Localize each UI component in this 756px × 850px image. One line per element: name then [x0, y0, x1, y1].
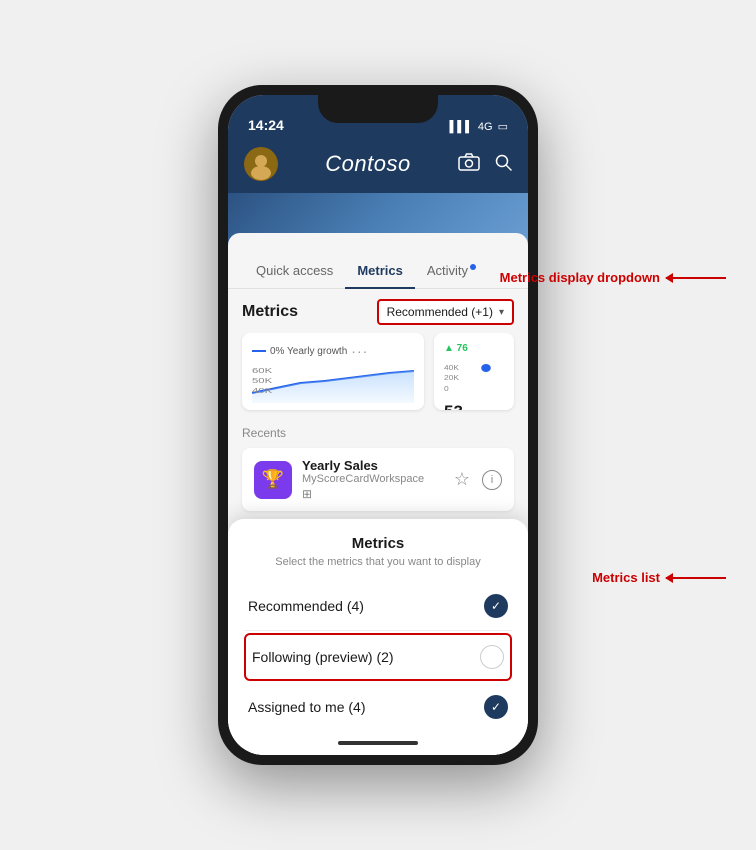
phone-screen: 14:24 ▌▌▌ 4G ▭ Contoso	[228, 95, 528, 755]
header-icons	[458, 153, 512, 176]
metrics-display-dropdown-annotation: Metrics display dropdown	[500, 270, 726, 285]
metrics-header: Metrics Recommended (+1) ▾	[228, 289, 528, 333]
annotation-label-list: Metrics list	[592, 570, 660, 585]
metric-cards-row: 0% Yearly growth ···	[228, 333, 528, 420]
network-type: 4G	[478, 121, 493, 133]
svg-text:20K: 20K	[444, 374, 460, 382]
camera-icon[interactable]	[458, 153, 480, 176]
recent-item-workspace: MyScoreCardWorkspace	[302, 473, 444, 485]
metrics-section-title: Metrics	[242, 303, 298, 321]
status-time: 14:24	[248, 117, 284, 133]
toys-arrow-up: ▲ 76	[444, 343, 504, 354]
tabs-bar: Quick access Metrics Activity	[228, 253, 528, 289]
battery-icon: ▭	[498, 120, 508, 133]
toys-chart: 40K 20K 0	[444, 358, 504, 398]
metrics-display-dropdown[interactable]: Recommended (+1) ▾	[377, 299, 514, 325]
app-title: Contoso	[325, 151, 410, 177]
option-assigned-label: Assigned to me (4)	[248, 699, 366, 715]
star-icon[interactable]: ☆	[454, 469, 470, 490]
phone-notch	[318, 95, 438, 123]
yearly-sales-icon: 🏆	[254, 461, 292, 499]
clothing-value-row: 63.76K/150K Completed	[252, 407, 414, 410]
option-following-check[interactable]	[480, 645, 504, 669]
bottom-sheet-title: Metrics	[244, 535, 512, 552]
tab-activity[interactable]: Activity	[415, 253, 488, 288]
main-content: Metrics Recommended (+1) ▾ 0% Yearly gro…	[228, 289, 528, 755]
svg-text:60K: 60K	[252, 366, 273, 374]
toys-value: 53.	[444, 402, 504, 410]
annotation-arrow-line	[666, 277, 726, 279]
page-wrapper: Metrics display dropdown Metrics list 14…	[0, 0, 756, 850]
avatar[interactable]	[244, 147, 278, 181]
option-following-label: Following (preview) (2)	[252, 649, 394, 665]
search-icon[interactable]	[494, 153, 512, 176]
metric-card-clothing[interactable]: 0% Yearly growth ···	[242, 333, 424, 410]
recent-item-yearly-sales[interactable]: 🏆 Yearly Sales MyScoreCardWorkspace ⊞ ☆ …	[242, 448, 514, 511]
recent-item-info: Yearly Sales MyScoreCardWorkspace ⊞	[302, 458, 444, 501]
metrics-list-annotation: Metrics list	[592, 570, 726, 585]
recent-item-actions: ☆ i	[454, 469, 502, 490]
svg-text:50K: 50K	[252, 376, 273, 384]
clothing-chart: 60K 50K 40K	[252, 363, 414, 403]
app-header: Contoso	[228, 139, 528, 193]
option-recommended-label: Recommended (4)	[248, 598, 364, 614]
svg-text:0: 0	[444, 385, 449, 393]
phone-frame: 14:24 ▌▌▌ 4G ▭ Contoso	[218, 85, 538, 765]
option-assigned-check[interactable]: ✓	[484, 695, 508, 719]
sheet-option-following[interactable]: Following (preview) (2)	[244, 633, 512, 681]
home-bar	[338, 741, 418, 745]
hero-area	[228, 193, 528, 253]
more-options-icon[interactable]: ···	[351, 343, 368, 359]
chevron-down-icon: ▾	[499, 307, 504, 318]
metrics-bottom-sheet: Metrics Select the metrics that you want…	[228, 519, 528, 755]
recent-item-sub-icon: ⊞	[302, 487, 444, 501]
clothing-value: 63.76K/150K	[252, 407, 339, 410]
status-icons: ▌▌▌ 4G ▭	[450, 120, 508, 133]
bottom-sheet-subtitle: Select the metrics that you want to disp…	[244, 556, 512, 568]
growth-label: 0% Yearly growth ···	[252, 343, 414, 359]
svg-text:40K: 40K	[252, 386, 273, 394]
sheet-option-recommended[interactable]: Recommended (4) ✓	[244, 582, 512, 631]
recent-item-name: Yearly Sales	[302, 458, 444, 473]
metric-card-toys[interactable]: ▲ 76 40K 20K 0 53. Toys Target	[434, 333, 514, 410]
recents-label: Recents	[242, 426, 514, 440]
svg-text:40K: 40K	[444, 364, 460, 372]
tab-quick-access[interactable]: Quick access	[244, 253, 345, 288]
tab-metrics[interactable]: Metrics	[345, 253, 415, 288]
recents-section: Recents 🏆 Yearly Sales MyScoreCardWorksp…	[228, 420, 528, 519]
option-recommended-check[interactable]: ✓	[484, 594, 508, 618]
annotation-label-dropdown: Metrics display dropdown	[500, 270, 660, 285]
activity-notification-dot	[470, 264, 476, 270]
info-icon[interactable]: i	[482, 470, 502, 490]
dropdown-selected-value: Recommended (+1)	[387, 305, 493, 319]
growth-line-icon	[252, 350, 266, 352]
sheet-option-assigned[interactable]: Assigned to me (4) ✓	[244, 683, 512, 731]
signal-icon: ▌▌▌	[450, 121, 473, 133]
home-indicator	[244, 731, 512, 755]
annotation-arrow-line-2	[666, 577, 726, 579]
